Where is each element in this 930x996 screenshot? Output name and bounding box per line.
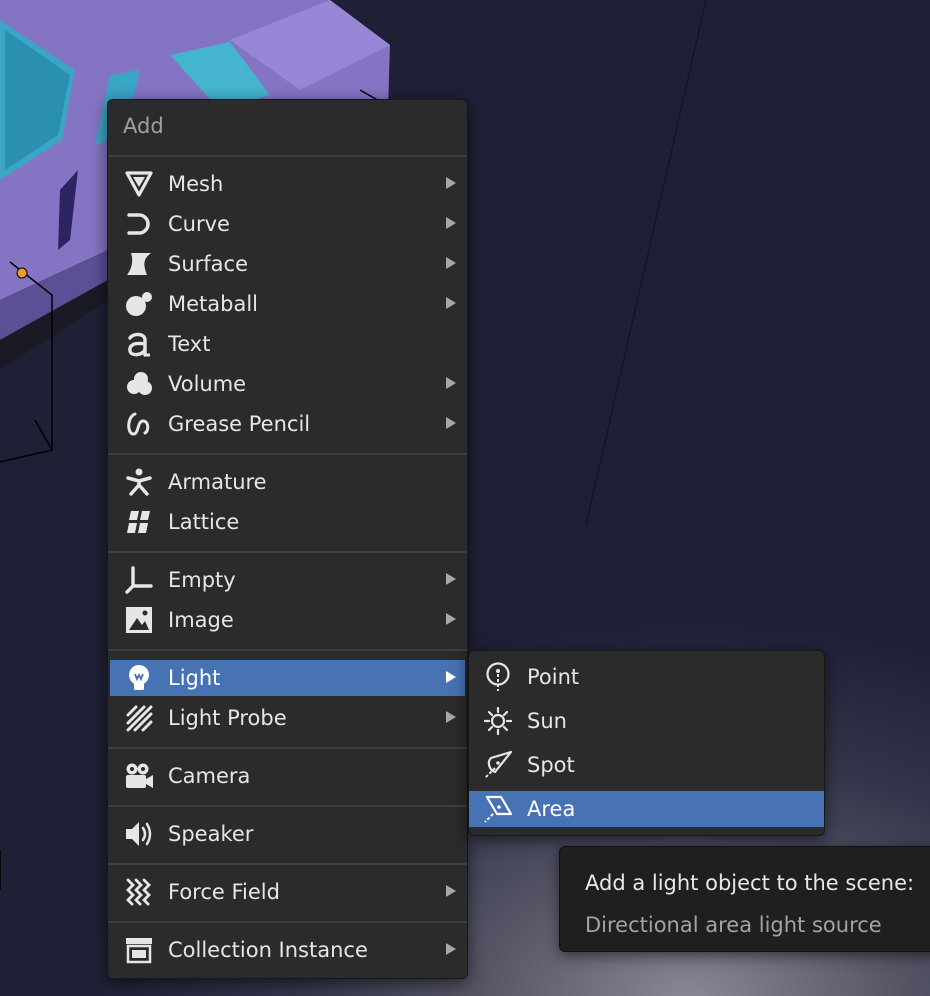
menu-item-image[interactable]: Image	[110, 602, 465, 638]
menu-item-mesh[interactable]: Mesh	[110, 166, 465, 202]
menu-separator	[108, 863, 467, 865]
light-direction-line	[585, 0, 707, 526]
menu-item-armature[interactable]: Armature	[110, 464, 465, 500]
point-light-icon	[483, 662, 513, 691]
menu-item-metaball[interactable]: Metaball	[110, 286, 465, 322]
submenu-item-area[interactable]: Area	[469, 791, 824, 827]
surface-icon	[124, 250, 154, 278]
area-light-icon	[483, 795, 513, 823]
force-field-icon	[124, 878, 154, 906]
menu-separator	[108, 921, 467, 923]
menu-item-volume[interactable]: Volume	[110, 366, 465, 402]
menu-item-grease-pencil[interactable]: Grease Pencil	[110, 406, 465, 442]
metaball-icon	[124, 290, 154, 318]
light-origin-point[interactable]	[16, 267, 28, 279]
submenu-arrow-icon	[446, 217, 456, 229]
camera-icon	[124, 762, 154, 790]
menu-item-empty[interactable]: Empty	[110, 562, 465, 598]
light-icon	[124, 664, 154, 692]
submenu-arrow-icon	[446, 417, 456, 429]
submenu-arrow-icon	[446, 573, 456, 585]
light-probe-icon	[124, 704, 154, 732]
submenu-arrow-icon	[446, 297, 456, 309]
armature-icon	[124, 468, 154, 496]
menu-item-light-probe[interactable]: Light Probe	[110, 700, 465, 736]
submenu-item-point[interactable]: Point	[469, 659, 824, 695]
menu-separator	[108, 551, 467, 553]
submenu-arrow-icon	[446, 177, 456, 189]
menu-title: Add	[123, 114, 164, 138]
tooltip-title: Add a light object to the scene:	[585, 871, 915, 895]
mesh-icon	[124, 170, 154, 198]
menu-item-camera[interactable]: Camera	[110, 758, 465, 794]
submenu-arrow-icon	[446, 711, 456, 723]
menu-item-speaker[interactable]: Speaker	[110, 816, 465, 852]
menu-separator	[108, 453, 467, 455]
submenu-arrow-icon	[446, 885, 456, 897]
menu-item-light[interactable]: Light	[110, 660, 465, 696]
add-menu: Add Mesh Curve Surface Metaball Text Vol…	[107, 99, 468, 979]
volume-icon	[124, 370, 154, 398]
menu-item-collection-instance[interactable]: Collection Instance	[110, 932, 465, 968]
text-icon	[124, 330, 154, 358]
menu-separator	[108, 805, 467, 807]
menu-item-force-field[interactable]: Force Field	[110, 874, 465, 910]
submenu-arrow-icon	[446, 377, 456, 389]
submenu-item-sun[interactable]: Sun	[469, 703, 824, 739]
menu-separator	[108, 747, 467, 749]
light-submenu: Point Sun Spot Area	[468, 650, 825, 836]
tooltip-description: Directional area light source	[585, 913, 882, 937]
submenu-arrow-icon	[446, 943, 456, 955]
grease-pencil-icon	[124, 410, 154, 438]
submenu-item-spot[interactable]: Spot	[469, 747, 824, 783]
menu-item-text[interactable]: Text	[110, 326, 465, 362]
lattice-icon	[124, 508, 154, 536]
spot-light-icon	[483, 750, 513, 779]
tooltip: Add a light object to the scene: Directi…	[559, 846, 930, 952]
submenu-arrow-icon	[446, 613, 456, 625]
sun-light-icon	[483, 707, 513, 735]
collection-icon	[124, 936, 154, 964]
curve-icon	[124, 210, 154, 238]
menu-item-lattice[interactable]: Lattice	[110, 504, 465, 540]
submenu-arrow-icon	[446, 257, 456, 269]
menu-item-curve[interactable]: Curve	[110, 206, 465, 242]
menu-separator	[108, 155, 467, 157]
empty-icon	[124, 566, 154, 594]
image-icon	[124, 606, 154, 634]
menu-item-surface[interactable]: Surface	[110, 246, 465, 282]
speaker-icon	[124, 820, 154, 848]
submenu-arrow-icon	[446, 671, 456, 683]
menu-separator	[108, 649, 467, 651]
